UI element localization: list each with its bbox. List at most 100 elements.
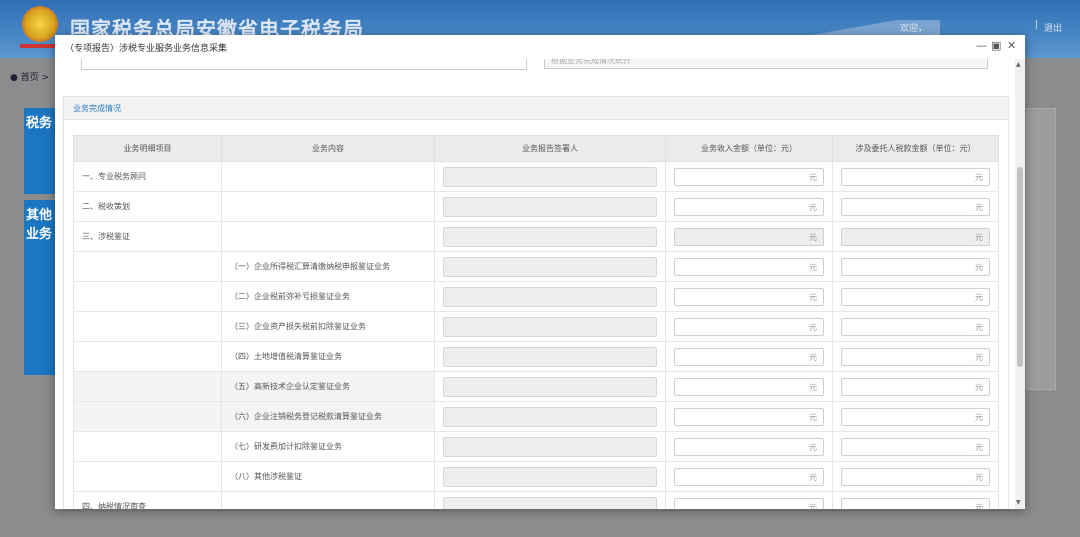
table-row: （五）高新技术企业认定鉴证业务 元元 — [73, 371, 999, 402]
table-row: （二）企业税前弥补亏损鉴证业务 元元 — [73, 281, 999, 312]
table-row: 四、纳税情况审查 元 元 — [73, 491, 999, 509]
signer-cell — [434, 191, 666, 222]
previous-field-input[interactable] — [81, 59, 527, 70]
row-content: （六）企业注销税务登记税款清算鉴证业务 — [221, 401, 435, 432]
signer-input[interactable] — [443, 316, 657, 337]
tax-amount-input[interactable]: 元 — [841, 167, 990, 186]
signer-input[interactable] — [443, 286, 657, 307]
income-input[interactable]: 元 — [674, 437, 824, 456]
tax-amount-input[interactable]: 元 — [841, 437, 990, 456]
income-input[interactable]: 元 — [674, 257, 824, 276]
row-content — [221, 161, 435, 192]
income-input[interactable]: 元 — [674, 227, 824, 246]
maximize-icon[interactable]: ▣ — [991, 39, 1001, 52]
signer-input[interactable] — [443, 226, 657, 247]
row-content: （七）研发费加计扣除鉴证业务 — [221, 431, 435, 462]
tax-cell: 元 — [832, 311, 999, 342]
tax-amount-input[interactable]: 元 — [841, 347, 990, 366]
tax-amount-input[interactable]: 元 — [841, 467, 990, 486]
row-content: （一）企业所得税汇算清缴纳税申报鉴证业务 — [221, 251, 435, 282]
col-header-signer: 业务报告签署人 — [434, 135, 666, 162]
minimize-icon[interactable]: — — [976, 39, 987, 52]
col-header-tax: 涉及委托人税款金额（单位：元） — [832, 135, 999, 162]
row-content — [221, 221, 435, 252]
breadcrumb-home[interactable]: 首页 — [21, 73, 39, 83]
row-item — [73, 281, 222, 312]
side-card-tax[interactable]: 税务 — [24, 108, 56, 194]
tax-amount-input[interactable]: 元 — [841, 257, 990, 276]
income-input[interactable]: 元 — [674, 317, 824, 336]
income-cell: 元 — [665, 221, 833, 252]
table-row: （一）企业所得税汇算清缴纳税申报鉴证业务 元元 — [73, 251, 999, 282]
tax-cell: 元 — [832, 401, 999, 432]
signer-input[interactable] — [443, 466, 657, 487]
tax-amount-input[interactable]: 元 — [841, 407, 990, 426]
table-row: （六）企业注销税务登记税款清算鉴证业务 元元 — [73, 401, 999, 432]
income-input[interactable]: 元 — [674, 497, 824, 509]
table-row: 一、专业税务顾问 元元 — [73, 161, 999, 192]
dialog-body: 根据业务完成情况统计 业务完成情况 业务明细项目 业务内容 业务报告签署人 业务… — [55, 59, 1015, 509]
signer-input[interactable] — [443, 196, 657, 217]
signer-cell — [434, 251, 666, 282]
signer-input[interactable] — [443, 436, 657, 457]
signer-cell — [434, 491, 666, 509]
income-input[interactable]: 元 — [674, 197, 824, 216]
row-item — [73, 311, 222, 342]
income-cell: 元 — [665, 341, 833, 372]
table-row: （三）企业资产损失税前扣除鉴证业务 元元 — [73, 311, 999, 342]
signer-cell — [434, 371, 666, 402]
tax-cell: 元 — [832, 491, 999, 509]
tax-cell: 元 — [832, 191, 999, 222]
income-input[interactable]: 元 — [674, 467, 824, 486]
income-cell: 元 — [665, 251, 833, 282]
signer-input[interactable] — [443, 346, 657, 367]
side-card-other[interactable]: 其他业务 — [24, 200, 56, 375]
tax-amount-input[interactable]: 元 — [841, 197, 990, 216]
tax-cell: 元 — [832, 371, 999, 402]
row-item: 四、纳税情况审查 — [73, 491, 222, 509]
income-cell: 元 — [665, 191, 833, 222]
close-icon[interactable]: ✕ — [1007, 39, 1016, 52]
row-item: 三、涉税鉴证 — [73, 221, 222, 252]
tax-amount-input[interactable]: 元 — [841, 317, 990, 336]
row-item — [73, 371, 222, 402]
income-input[interactable]: 元 — [674, 167, 824, 186]
tax-amount-input[interactable]: 元 — [841, 497, 990, 509]
col-header-income: 业务收入金额（单位：元） — [665, 135, 833, 162]
income-cell: 元 — [665, 311, 833, 342]
income-input[interactable]: 元 — [674, 377, 824, 396]
row-content — [221, 491, 435, 509]
signer-input[interactable] — [443, 496, 657, 509]
income-input[interactable]: 元 — [674, 347, 824, 366]
col-header-content: 业务内容 — [221, 135, 435, 162]
logout-link[interactable]: 退出 — [1044, 21, 1062, 34]
signer-input[interactable] — [443, 376, 657, 397]
signer-input[interactable] — [443, 256, 657, 277]
scroll-up-icon[interactable]: ▲ — [1016, 61, 1021, 68]
row-content: （三）企业资产损失税前扣除鉴证业务 — [221, 311, 435, 342]
scrollbar-thumb[interactable] — [1017, 167, 1023, 367]
scroll-down-icon[interactable]: ▼ — [1016, 499, 1021, 506]
tax-amount-input[interactable]: 元 — [841, 287, 990, 306]
income-input[interactable]: 元 — [674, 407, 824, 426]
table-row: （四）土地增值税清算鉴证业务 元元 — [73, 341, 999, 372]
row-content: （五）高新技术企业认定鉴证业务 — [221, 371, 435, 402]
income-input[interactable]: 元 — [674, 287, 824, 306]
header-separator: | — [1035, 20, 1039, 30]
table-header-row: 业务明细项目 业务内容 业务报告签署人 业务收入金额（单位：元） 涉及委托人税款… — [73, 135, 999, 162]
table-row: 二、税收策划 元元 — [73, 191, 999, 222]
row-item — [73, 401, 222, 432]
tax-amount-input[interactable]: 元 — [841, 377, 990, 396]
income-cell: 元 — [665, 491, 833, 509]
breadcrumb-separator: > — [41, 73, 50, 83]
business-completion-panel: 业务完成情况 业务明细项目 业务内容 业务报告签署人 业务收入金额（单位：元） … — [63, 96, 1009, 509]
dialog-titlebar: （专项报告）涉税专业服务业务信息采集 — ▣ ✕ — [55, 35, 1025, 60]
signer-cell — [434, 401, 666, 432]
signer-input[interactable] — [443, 406, 657, 427]
tax-amount-input[interactable]: 元 — [841, 227, 990, 246]
tax-emblem-icon — [22, 6, 58, 42]
signer-input[interactable] — [443, 166, 657, 187]
signer-cell — [434, 161, 666, 192]
section-title: 业务完成情况 — [73, 104, 121, 113]
row-item — [73, 431, 222, 462]
